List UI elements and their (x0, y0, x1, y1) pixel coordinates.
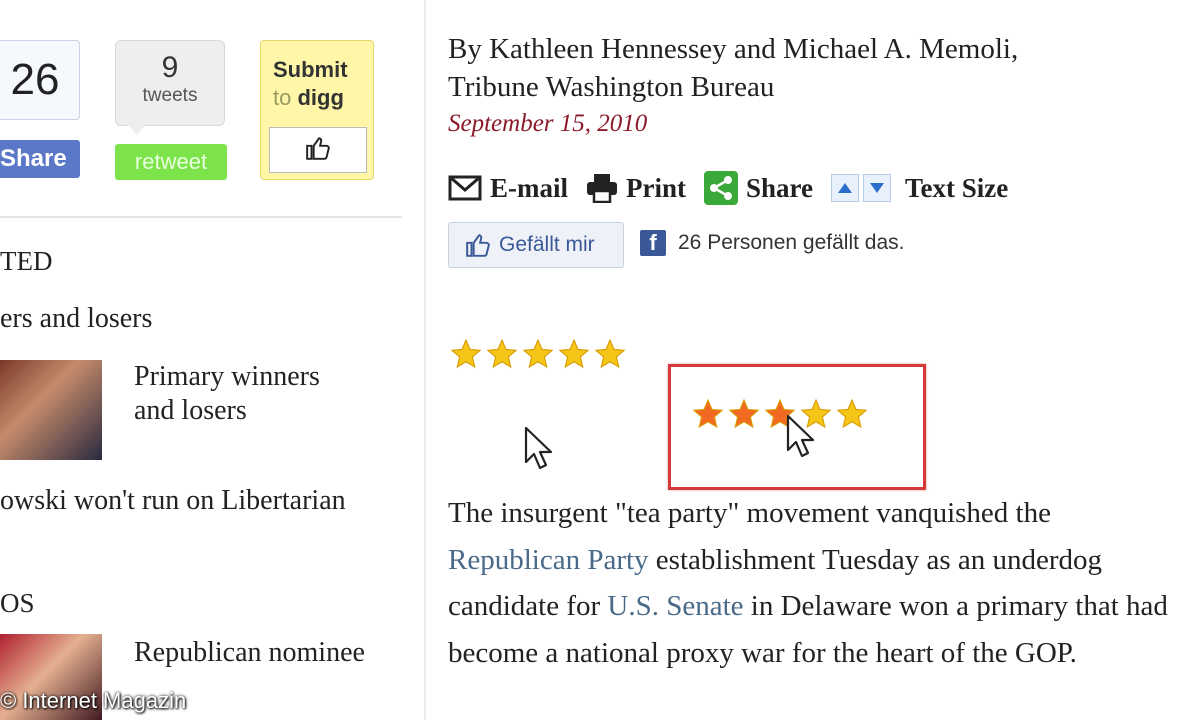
thumbs-up-icon (465, 232, 491, 258)
article-line: become a national proxy war for the hear… (448, 636, 1077, 669)
sidebar-story-link[interactable]: Primary winners and losers (134, 360, 320, 428)
byline-authors: By Kathleen Hennessey and Michael A. Mem… (448, 33, 1019, 65)
republican-party-link[interactable]: Republican Party (448, 544, 649, 576)
star-rating-default[interactable] (450, 338, 630, 370)
envelope-icon (448, 175, 482, 201)
print-button[interactable]: Print (586, 173, 686, 204)
text-size-label: Text Size (905, 172, 1009, 203)
text-size-decrease-button[interactable] (863, 174, 892, 202)
sidebar-video-link[interactable]: Republican nominee (134, 636, 365, 670)
tweet-count-box: 9 tweets (115, 40, 225, 126)
mouse-cursor-icon (782, 412, 822, 467)
star-icon[interactable] (836, 398, 868, 430)
digg-widget: Submit to digg (260, 40, 374, 180)
star-selected-icon[interactable] (728, 398, 760, 430)
article-line: Republican Party establishment Tuesday a… (448, 543, 1103, 576)
star-icon[interactable] (486, 338, 518, 370)
article-line: The insurgent "tea party" movement vanqu… (448, 497, 1051, 529)
us-senate-link[interactable]: U.S. Senate (607, 590, 743, 622)
like-count-text: 26 Personen gefällt das. (678, 231, 905, 254)
triangle-down-icon (870, 183, 885, 193)
facebook-like-button[interactable]: Gefällt mir (448, 222, 624, 268)
tweet-count-label: tweets (142, 85, 198, 106)
star-selected-icon[interactable] (692, 398, 724, 430)
facebook-share-button[interactable]: Share (0, 140, 80, 178)
facebook-icon: f (640, 230, 666, 256)
text-size-increase-button[interactable] (831, 174, 860, 202)
print-label: Print (626, 172, 686, 203)
sidebar-section-header: TED (0, 246, 53, 276)
like-button-label: Gefällt mir (499, 233, 595, 256)
byline-bureau: Tribune Washington Bureau (448, 71, 775, 103)
email-button[interactable]: E-mail (448, 173, 568, 204)
tweet-box-tail (128, 125, 146, 135)
article-line: candidate for U.S. Senate in Delaware wo… (448, 590, 1168, 622)
email-label: E-mail (490, 172, 568, 203)
sidebar-story-link-libertarian[interactable]: owski won't run on Libertarian (0, 484, 346, 518)
printer-icon (586, 173, 618, 203)
text-size-control: Text Size (831, 173, 1008, 204)
star-icon[interactable] (594, 338, 626, 370)
article-toolbar: E-mail Print Share Text Size (448, 170, 1008, 206)
sidebar-link-winners-losers[interactable]: ers and losers (0, 302, 152, 336)
mouse-cursor-icon (520, 424, 560, 479)
article-byline: By Kathleen Hennessey and Michael A. Mem… (448, 30, 1018, 106)
triangle-up-icon (838, 183, 853, 193)
thumbs-up-icon (305, 135, 331, 166)
share-icon (704, 171, 738, 205)
sidebar-divider (0, 216, 402, 218)
digg-to-digg-label: to digg (273, 85, 344, 110)
sidebar-videos-header: OS (0, 588, 35, 618)
star-icon[interactable] (522, 338, 554, 370)
retweet-button[interactable]: retweet (115, 144, 227, 180)
watermark: © Internet Magazin (0, 688, 187, 713)
article-date: September 15, 2010 (448, 110, 648, 137)
share-button[interactable]: Share (704, 171, 813, 205)
digg-button[interactable] (269, 127, 367, 173)
digg-submit-label: Submit (273, 57, 348, 82)
star-icon[interactable] (558, 338, 590, 370)
story-thumbnail[interactable] (0, 360, 102, 460)
article-body: The insurgent "tea party" movement vanqu… (448, 490, 1200, 676)
tweet-count: 9 (161, 51, 179, 84)
star-icon[interactable] (450, 338, 482, 370)
facebook-share-count: 26 (0, 40, 80, 120)
column-separator (424, 0, 426, 720)
facebook-like-count: f 26 Personen gefällt das. (640, 230, 905, 256)
share-label: Share (746, 172, 814, 203)
